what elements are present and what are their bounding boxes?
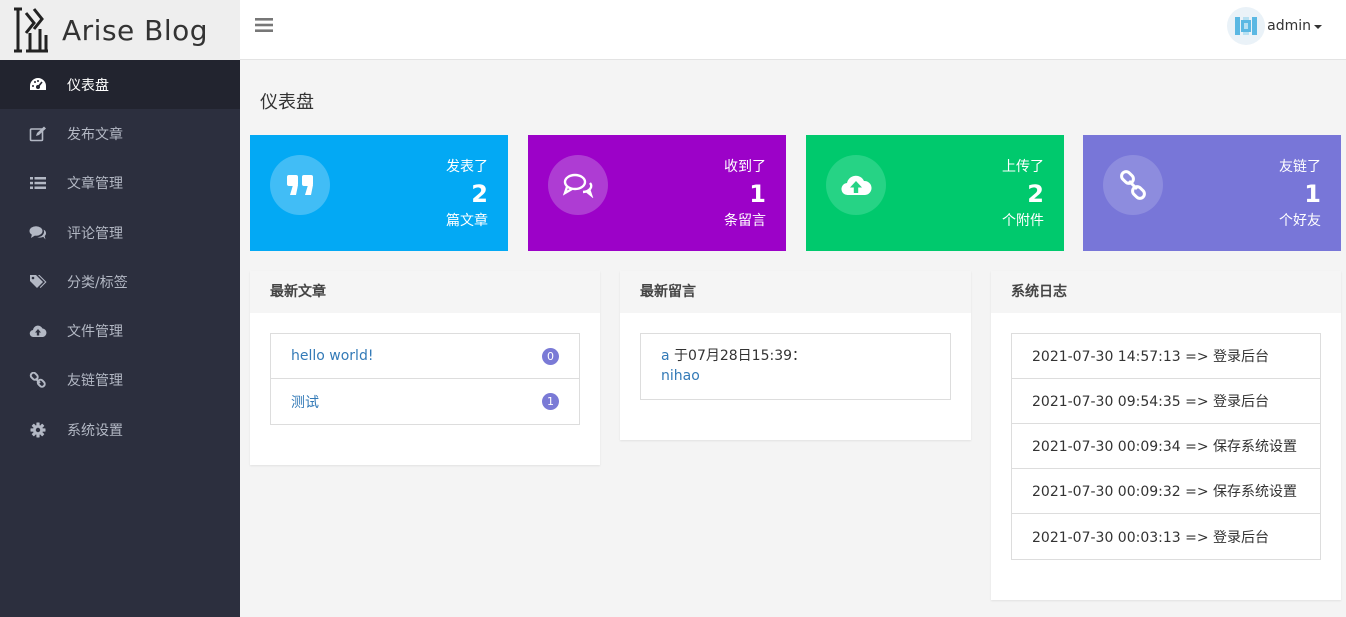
- page-title: 仪表盘: [260, 92, 314, 113]
- stat-label-top: 收到了: [724, 159, 766, 175]
- stat-text: 发表了 2 篇文章: [446, 157, 488, 231]
- sidebar-item-files[interactable]: 文件管理: [0, 306, 240, 355]
- sidebar-item-label: 发布文章: [67, 126, 123, 143]
- gear-icon: [26, 420, 50, 440]
- panel-body: 2021-07-30 14:57:13 => 登录后台 2021-07-30 0…: [991, 313, 1341, 600]
- avatar[interactable]: [1227, 7, 1266, 45]
- stat-card-files: 上传了 2 个附件: [806, 135, 1064, 251]
- stat-value: 1: [1304, 180, 1321, 208]
- sidebar-item-publish[interactable]: 发布文章: [0, 109, 240, 158]
- post-link[interactable]: 测试: [291, 392, 319, 412]
- comment-item: a 于07月28日15:39： nihao: [640, 333, 951, 400]
- sidebar-item-comments[interactable]: 评论管理: [0, 208, 240, 257]
- sidebar-item-links[interactable]: 友链管理: [0, 356, 240, 405]
- brand-logo-icon: [14, 7, 48, 53]
- sidebar-item-label: 文件管理: [67, 324, 123, 341]
- latest-posts-panel: 最新文章 hello world! 0 测试 1: [250, 271, 600, 465]
- panel-body: hello world! 0 测试 1: [250, 313, 600, 465]
- sidebar-item-label: 文章管理: [67, 176, 123, 193]
- log-entry: 2021-07-30 14:57:13 => 登录后台: [1012, 334, 1320, 379]
- sidebar-item-label: 分类/标签: [67, 274, 128, 291]
- username[interactable]: admin: [1267, 18, 1311, 34]
- sidebar: 仪表盘 发布文章 文章管理 评论管理 分类/标签 文件管理 友链管理 系统设置: [0, 60, 240, 617]
- log-entry: 2021-07-30 09:54:35 => 登录后台: [1012, 379, 1320, 424]
- stat-value: 2: [471, 180, 488, 208]
- link-icon: [26, 370, 50, 390]
- comment-meta: a 于07月28日15:39：: [661, 346, 930, 366]
- stat-card-links: 友链了 1 个好友: [1083, 135, 1341, 251]
- brand-name: Arise Blog: [62, 13, 209, 47]
- dashboard-icon: [26, 75, 50, 95]
- sidebar-item-posts[interactable]: 文章管理: [0, 159, 240, 208]
- quote-icon: [270, 155, 330, 215]
- edit-icon: [26, 124, 50, 144]
- panel-title: 系统日志: [991, 271, 1341, 313]
- stat-card-comments: 收到了 1 条留言: [528, 135, 786, 251]
- stat-label-top: 友链了: [1279, 159, 1321, 175]
- stat-label-bottom: 条留言: [724, 213, 766, 229]
- log-entry: 2021-07-30 00:09:34 => 保存系统设置: [1012, 424, 1320, 469]
- sidebar-item-label: 仪表盘: [67, 77, 109, 94]
- link-icon: [1103, 155, 1163, 215]
- cloud-upload-icon: [26, 321, 50, 341]
- comment-count-badge: 0: [542, 347, 559, 365]
- list-item: hello world! 0: [271, 334, 579, 379]
- panel-title: 最新留言: [620, 271, 971, 313]
- list-item: 测试 1: [271, 379, 579, 424]
- comment-time: 于07月28日15:39：: [669, 348, 807, 364]
- post-list: hello world! 0 测试 1: [270, 333, 580, 425]
- topbar: admin: [240, 0, 1346, 60]
- sidebar-item-categories[interactable]: 分类/标签: [0, 257, 240, 306]
- stat-label-bottom: 个附件: [1002, 213, 1044, 229]
- cloud-upload-icon: [826, 155, 886, 215]
- panel-title: 最新文章: [250, 271, 600, 313]
- comments-icon: [548, 155, 608, 215]
- menu-toggle-icon[interactable]: [254, 16, 274, 34]
- comment-count-badge: 1: [542, 393, 559, 410]
- sidebar-item-label: 评论管理: [67, 225, 123, 242]
- stat-label-bottom: 个好友: [1279, 213, 1321, 229]
- post-link[interactable]: hello world!: [291, 348, 373, 364]
- stat-label-top: 上传了: [1002, 159, 1044, 175]
- stat-text: 收到了 1 条留言: [724, 157, 766, 231]
- brand[interactable]: Arise Blog: [0, 0, 240, 60]
- user-menu[interactable]: admin: [1227, 7, 1322, 45]
- log-entry: 2021-07-30 00:09:32 => 保存系统设置: [1012, 469, 1320, 514]
- sidebar-item-label: 系统设置: [67, 422, 123, 439]
- log-entry: 2021-07-30 00:03:13 => 登录后台: [1032, 529, 1270, 546]
- stat-label-top: 发表了: [446, 159, 488, 175]
- stat-value: 1: [749, 180, 766, 208]
- chevron-down-icon[interactable]: [1314, 25, 1322, 29]
- stat-value: 2: [1027, 180, 1044, 208]
- sidebar-item-dashboard[interactable]: 仪表盘: [0, 60, 240, 110]
- sidebar-item-label: 友链管理: [67, 373, 123, 390]
- list-icon: [26, 173, 50, 193]
- panel-body: a 于07月28日15:39： nihao: [620, 313, 971, 440]
- stat-label-bottom: 篇文章: [446, 213, 488, 229]
- sidebar-item-settings[interactable]: 系统设置: [0, 405, 240, 454]
- system-log-panel: 系统日志 2021-07-30 14:57:13 => 登录后台 2021-07…: [991, 271, 1341, 600]
- stat-card-posts: 发表了 2 篇文章: [250, 135, 508, 251]
- tags-icon: [26, 272, 50, 292]
- stat-text: 上传了 2 个附件: [1002, 157, 1044, 231]
- comment-content-link[interactable]: nihao: [661, 366, 930, 386]
- log-list: 2021-07-30 14:57:13 => 登录后台 2021-07-30 0…: [1011, 333, 1321, 560]
- comment-author-link[interactable]: a: [661, 348, 670, 364]
- stat-text: 友链了 1 个好友: [1279, 157, 1321, 231]
- latest-comments-panel: 最新留言 a 于07月28日15:39： nihao: [620, 271, 971, 440]
- comments-icon: [26, 223, 50, 243]
